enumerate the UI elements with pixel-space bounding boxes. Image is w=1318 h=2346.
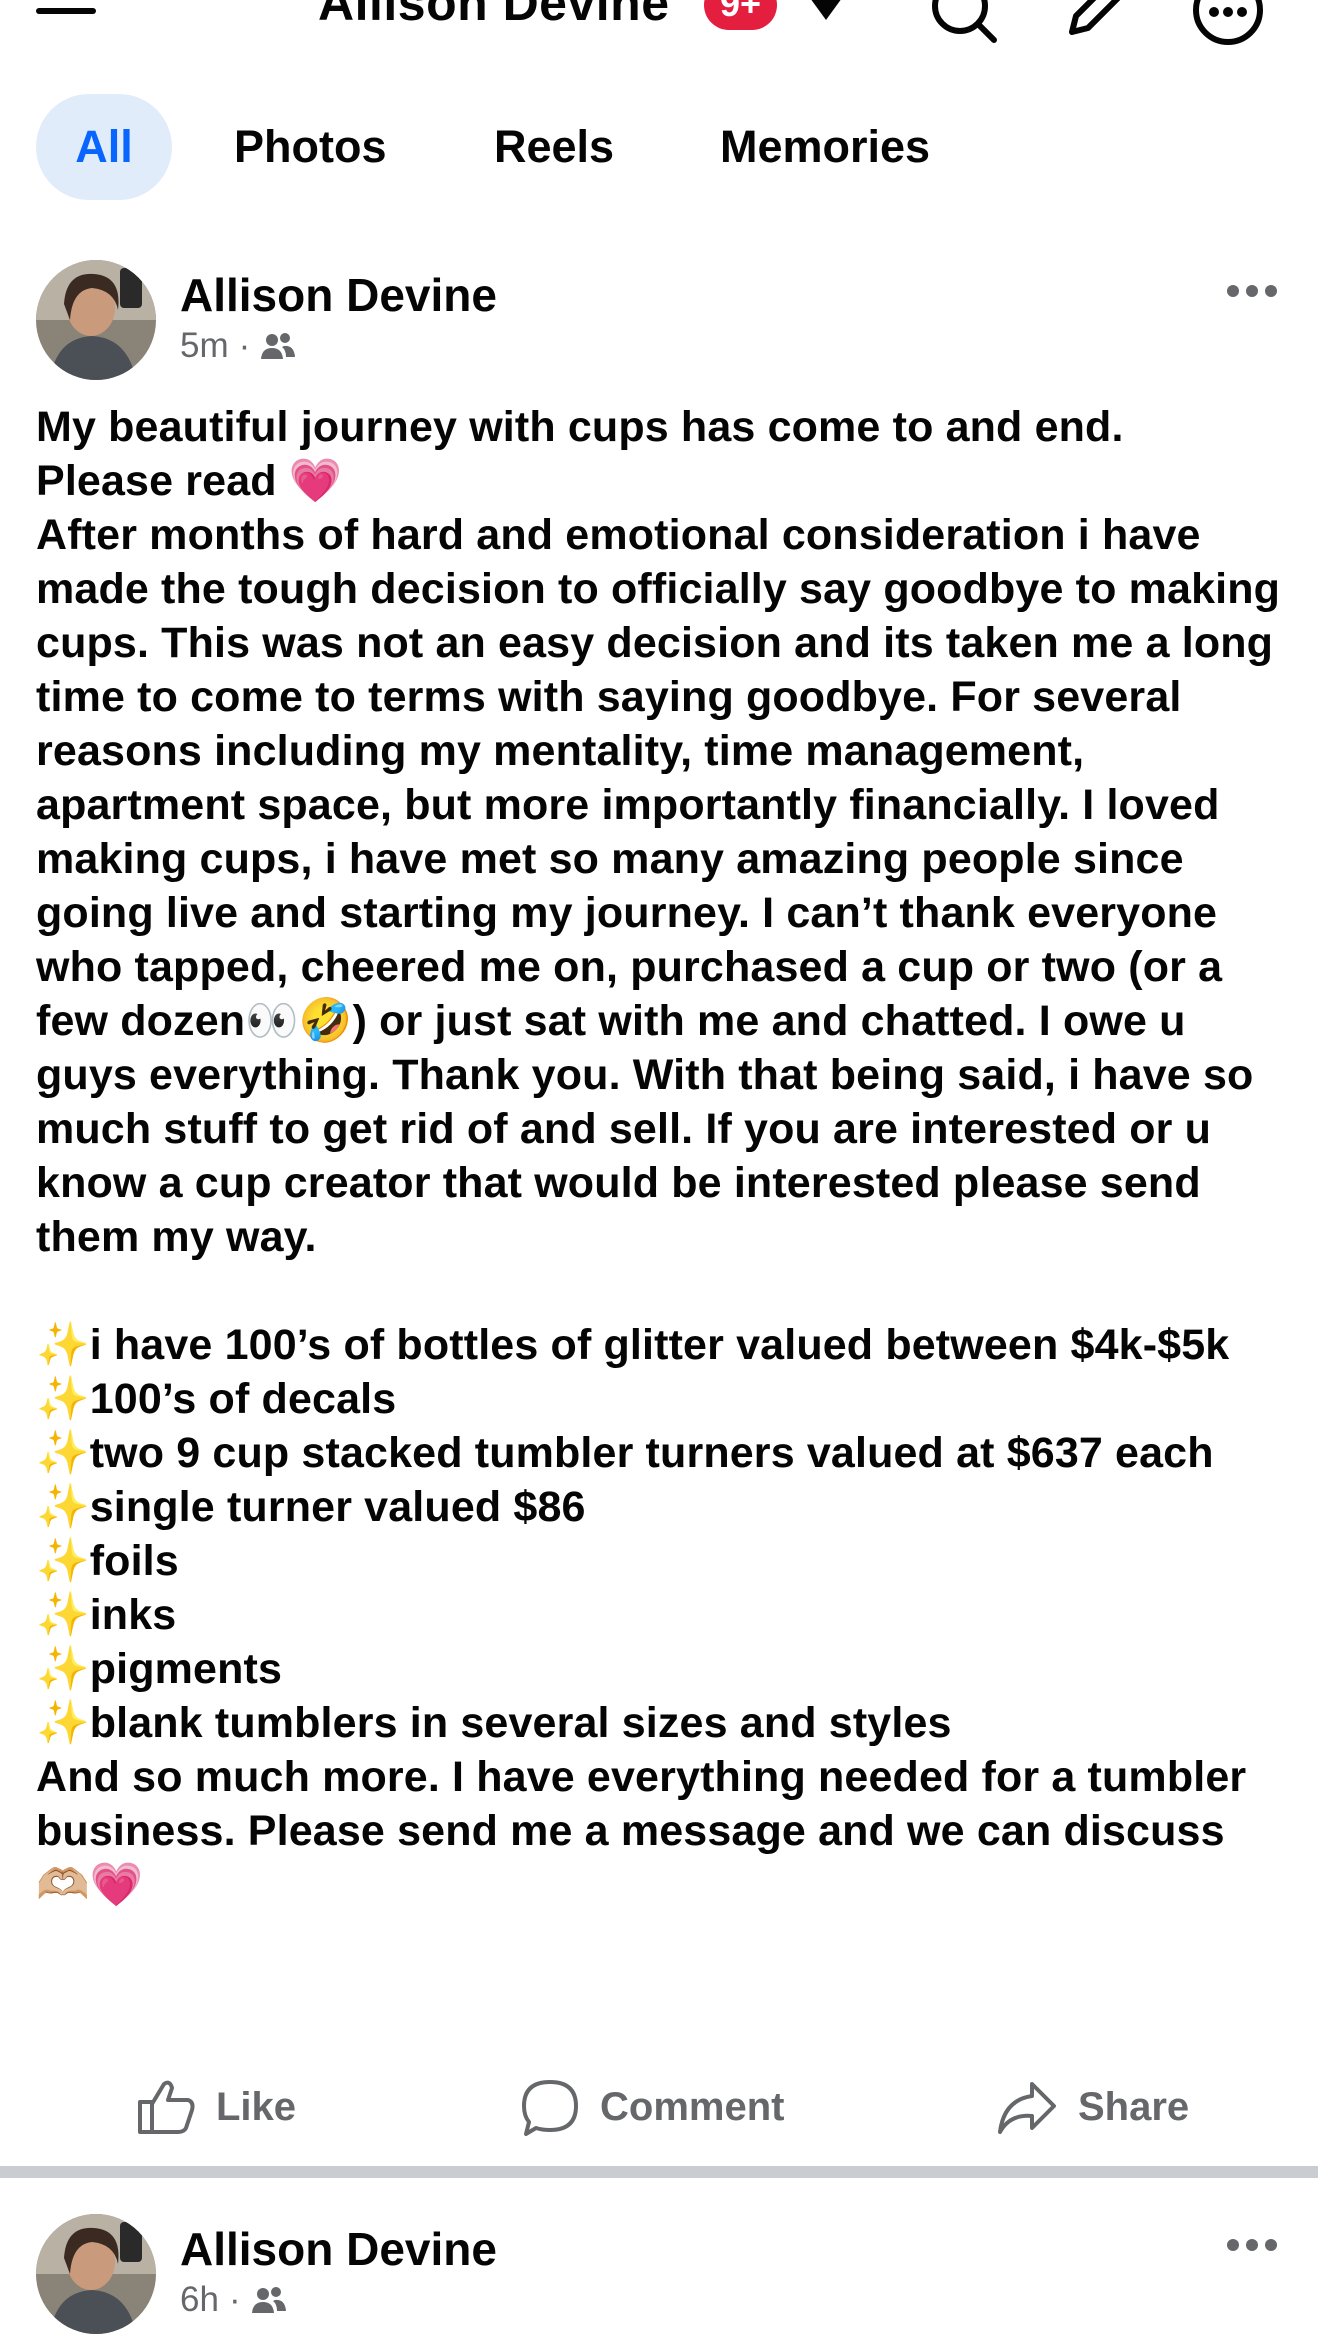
separator-dot: ·: [228, 2280, 241, 2319]
tab-reels[interactable]: Reels: [494, 94, 614, 200]
top-bar: Allison Devine 9+: [0, 0, 1318, 70]
avatar[interactable]: [36, 260, 156, 380]
like-label: Like: [216, 2084, 297, 2129]
like-button[interactable]: Like: [136, 2070, 296, 2144]
search-icon[interactable]: [928, 0, 1000, 46]
comment-label: Comment: [600, 2084, 785, 2129]
friends-icon: [251, 2287, 286, 2313]
post-divider: [0, 2166, 1318, 2178]
post-author[interactable]: Allison Devine: [180, 268, 497, 322]
share-button[interactable]: Share: [996, 2070, 1189, 2144]
tab-memories[interactable]: Memories: [720, 94, 930, 200]
menu-icon[interactable]: [36, 0, 96, 34]
separator-dot: ·: [238, 326, 251, 365]
chevron-down-icon[interactable]: [808, 0, 844, 24]
comment-button[interactable]: Comment: [520, 2070, 784, 2144]
avatar-photo: [36, 260, 156, 380]
profile-title[interactable]: Allison Devine: [318, 0, 670, 32]
more-icon[interactable]: [1192, 0, 1264, 46]
more-options-icon[interactable]: [1226, 2238, 1278, 2252]
thumbs-up-icon: [138, 2080, 195, 2134]
edit-icon[interactable]: [1062, 0, 1130, 42]
tab-all[interactable]: All: [36, 94, 172, 200]
comment-icon: [522, 2080, 578, 2136]
notification-badge: 9+: [704, 0, 778, 30]
post-time[interactable]: 5m: [180, 326, 229, 366]
share-icon: [998, 2082, 1056, 2134]
more-options-icon[interactable]: [1226, 284, 1278, 298]
friends-icon: [261, 333, 296, 359]
post-meta: 6h ·: [180, 2280, 287, 2320]
avatar-photo: [36, 2214, 156, 2334]
post-author[interactable]: Allison Devine: [180, 2222, 497, 2276]
post-meta: 5m ·: [180, 326, 296, 366]
post-time[interactable]: 6h: [180, 2280, 219, 2320]
avatar[interactable]: [36, 2214, 156, 2334]
post-body-text: My beautiful journey with cups has come …: [36, 403, 1281, 1909]
tab-photos[interactable]: Photos: [234, 94, 387, 200]
share-label: Share: [1078, 2084, 1190, 2129]
